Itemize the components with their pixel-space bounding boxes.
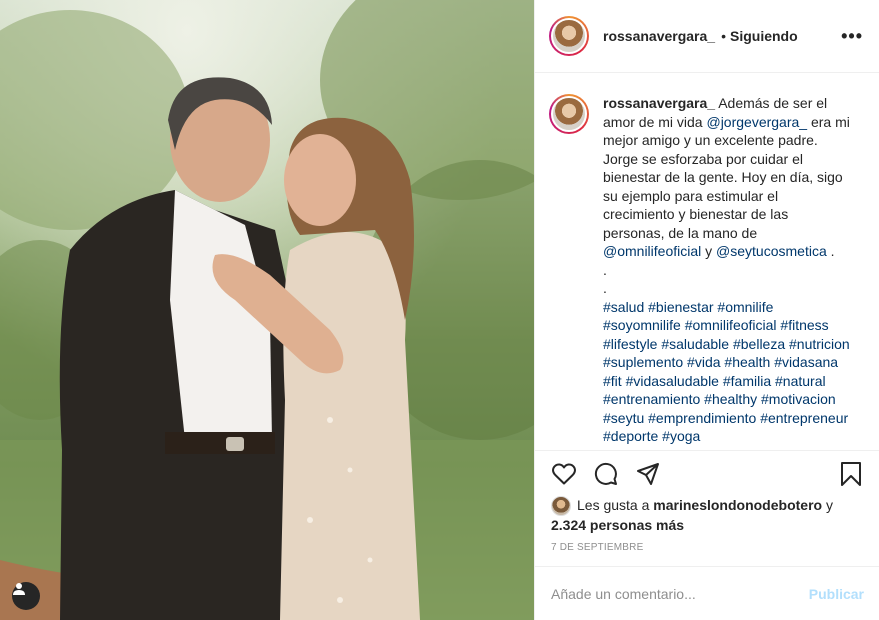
comment-box: Publicar	[535, 566, 879, 620]
caption-text-3: y	[701, 243, 717, 259]
likes-connector: y	[822, 497, 833, 513]
mention-jorgevergara[interactable]: @jorgevergara_	[706, 114, 807, 130]
couple-photo-illustration	[0, 0, 534, 620]
likes-count[interactable]: 2.324 personas más	[551, 517, 684, 533]
caption-text: rossanavergara_ Además de ser el amor de…	[603, 94, 853, 450]
likes-summary: Les gusta a marineslondonodebotero y 2.3…	[551, 496, 871, 535]
caption-dot-1: .	[603, 261, 607, 278]
post-date[interactable]: 7 de septiembre	[551, 542, 643, 553]
caption-text-4: .	[826, 243, 835, 259]
caption-text-2: era mi mejor amigo y un excelente padre.…	[603, 113, 850, 241]
liker-username[interactable]: marineslondonodebotero	[653, 497, 822, 513]
likes-prefix: Les gusta a	[577, 497, 654, 513]
author-username[interactable]: rossanavergara_	[603, 28, 715, 44]
mention-omnilifeoficial[interactable]: @omnilifeoficial	[603, 243, 701, 259]
post-header: rossanavergara_ • Siguiendo •••	[535, 0, 879, 73]
paper-plane-icon[interactable]	[635, 461, 661, 487]
post-details-panel: rossanavergara_ • Siguiendo ••• rossanav…	[534, 0, 879, 620]
action-bar	[535, 450, 879, 496]
comment-input[interactable]	[551, 585, 809, 602]
comment-icon[interactable]	[593, 461, 619, 487]
caption-dot-2: .	[603, 280, 607, 296]
more-options-icon[interactable]: •••	[841, 26, 863, 47]
publish-button[interactable]: Publicar	[809, 586, 864, 602]
tagged-users-icon[interactable]	[12, 582, 40, 610]
bookmark-icon[interactable]	[838, 461, 864, 487]
mention-seytucosmetica[interactable]: @seytucosmetica	[716, 243, 827, 259]
person-icon	[13, 583, 25, 595]
heart-icon[interactable]	[551, 461, 577, 487]
follow-status-button[interactable]: Siguiendo	[730, 28, 798, 44]
header-separator: •	[721, 28, 726, 44]
author-avatar[interactable]	[549, 16, 589, 56]
caption-hashtags[interactable]: #salud #bienestar #omnilife #soyomnilife…	[603, 298, 853, 446]
post-photo[interactable]	[0, 0, 534, 620]
liker-avatar[interactable]	[551, 496, 571, 517]
caption-author-avatar[interactable]	[549, 94, 589, 134]
caption-section: rossanavergara_ Además de ser el amor de…	[535, 74, 879, 450]
caption-username[interactable]: rossanavergara_	[603, 95, 715, 111]
